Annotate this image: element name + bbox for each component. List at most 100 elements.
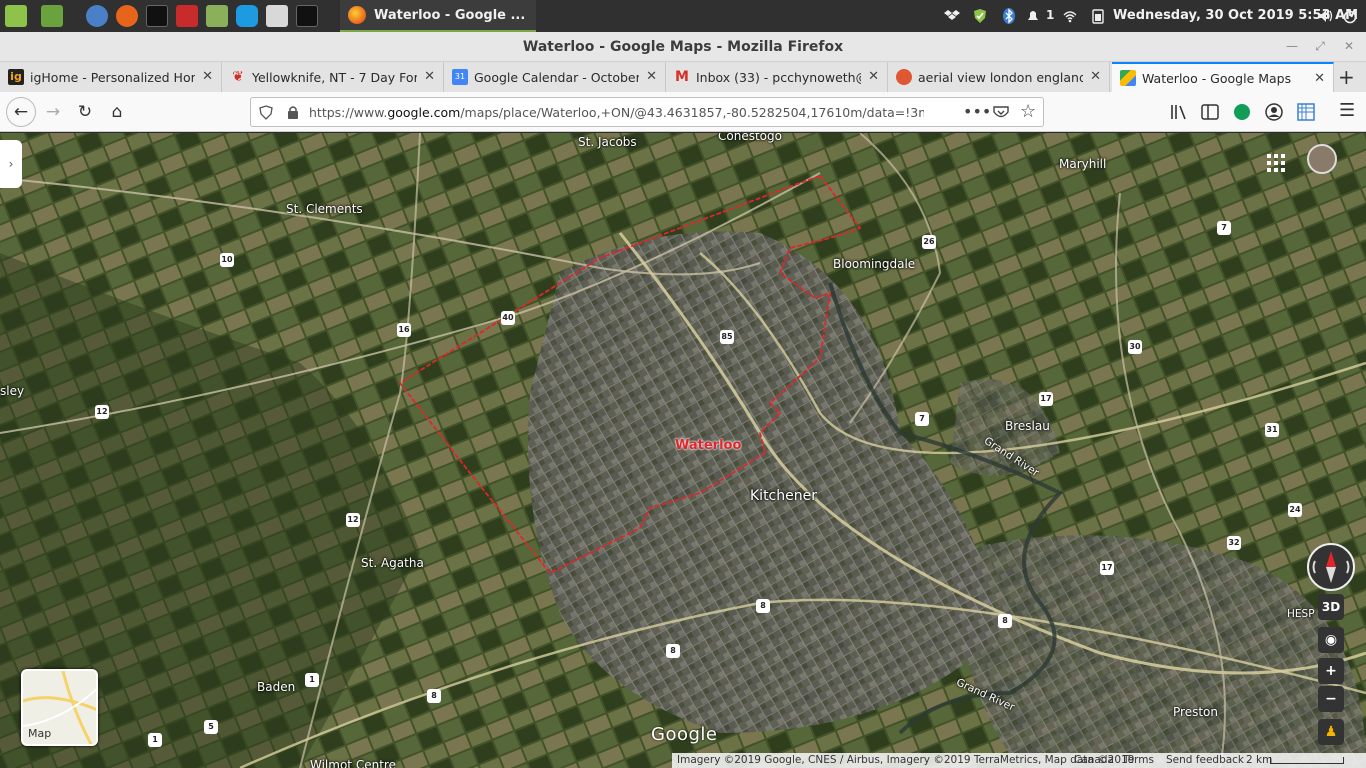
place-label[interactable]: Baden: [257, 680, 295, 694]
home-button[interactable]: ⌂: [104, 99, 130, 125]
maximize-button[interactable]: ⤢: [1312, 38, 1328, 54]
place-label[interactable]: Conestogo: [718, 133, 782, 143]
compass-control[interactable]: [1307, 543, 1355, 591]
place-label[interactable]: Maryhill: [1059, 157, 1106, 171]
terminal-2-icon[interactable]: [296, 5, 318, 27]
country-link[interactable]: Canada: [1074, 753, 1114, 768]
reader-sidebar-icon[interactable]: [1201, 104, 1219, 120]
tab-close-icon[interactable]: ✕: [1090, 69, 1101, 84]
library-icon[interactable]: [1170, 104, 1188, 120]
place-label[interactable]: St. Jacobs: [578, 135, 637, 149]
battery-icon[interactable]: [1090, 8, 1106, 24]
my-location-button[interactable]: ◉: [1318, 627, 1344, 653]
highway-shield: 32: [1227, 536, 1241, 550]
tracking-shield-icon[interactable]: [259, 105, 273, 120]
taskbar-window-label: Waterloo - Google ...: [374, 7, 526, 23]
highway-shield: 17: [1100, 561, 1114, 575]
tab-inbox[interactable]: M Inbox (33) - pcchynoweth@gr ✕: [666, 62, 888, 92]
tab-ighome[interactable]: ig igHome - Personalized Home ✕: [0, 62, 222, 92]
tab-label: igHome - Personalized Home: [30, 69, 195, 85]
place-label[interactable]: St. Agatha: [361, 556, 424, 570]
zoom-in-button[interactable]: +: [1318, 658, 1344, 684]
terms-link[interactable]: Terms: [1123, 753, 1154, 768]
place-label[interactable]: Wilmot Centre: [310, 758, 396, 768]
bookmark-star-icon[interactable]: ☆: [1020, 101, 1036, 122]
satellite-map[interactable]: › St. Jacobs Conestogo Maryhill St. Clem…: [0, 133, 1366, 768]
tab-yellowknife[interactable]: ❦ Yellowknife, NT - 7 Day Forec ✕: [222, 62, 444, 92]
reload-button[interactable]: ↻: [72, 99, 98, 125]
mouse-icon[interactable]: [266, 5, 288, 27]
3d-toggle-button[interactable]: 3D: [1318, 594, 1344, 620]
send-feedback-link[interactable]: Send feedback: [1166, 753, 1244, 768]
url-path: /maps/place/Waterloo,+ON/@43.4631857,-80…: [460, 105, 924, 120]
taskbar-active-window[interactable]: Waterloo - Google ...: [340, 0, 536, 32]
notification-bell-icon[interactable]: [1025, 8, 1041, 24]
tab-calendar[interactable]: 31 Google Calendar - October 20 ✕: [444, 62, 666, 92]
google-maps-icon: [1120, 70, 1136, 86]
highway-shield: 1: [305, 673, 319, 687]
tab-label: aerial view london england at: [918, 69, 1083, 85]
minimize-button[interactable]: —: [1284, 38, 1300, 54]
new-tab-button[interactable]: +: [1338, 65, 1355, 89]
tab-close-icon[interactable]: ✕: [1314, 71, 1325, 86]
place-label[interactable]: HESP: [1287, 608, 1315, 620]
map-footer: Imagery ©2019 Google, CNES / Airbus, Ima…: [672, 753, 1366, 768]
user-avatar[interactable]: [1307, 144, 1337, 174]
place-label[interactable]: St. Clements: [286, 202, 363, 216]
app-red-icon[interactable]: [176, 5, 198, 27]
skype-icon[interactable]: [236, 5, 258, 27]
power-icon[interactable]: [1342, 8, 1358, 24]
tab-close-icon[interactable]: ✕: [202, 69, 213, 84]
place-label[interactable]: Bloomingdale: [833, 257, 915, 271]
url-text[interactable]: https://www.google.com/maps/place/Waterl…: [309, 105, 924, 120]
wifi-icon[interactable]: [1062, 8, 1078, 24]
duckduckgo-icon: [896, 69, 912, 85]
volume-icon[interactable]: [1318, 8, 1334, 24]
close-button[interactable]: ✕: [1341, 38, 1357, 54]
tab-label: Inbox (33) - pcchynoweth@gr: [696, 69, 861, 85]
pocket-icon[interactable]: [993, 105, 1009, 120]
google-apps-icon[interactable]: [1266, 153, 1286, 173]
page-actions-icon[interactable]: •••: [963, 102, 991, 121]
dropbox-icon[interactable]: [944, 8, 960, 24]
place-label[interactable]: Breslau: [1005, 419, 1050, 433]
highway-shield: 12: [95, 405, 109, 419]
system-panel: Waterloo - Google ... 1 Wednesday, 30 Oc…: [0, 0, 1366, 32]
folder-icon[interactable]: [206, 5, 228, 27]
waterloo-label[interactable]: Waterloo: [675, 438, 741, 453]
attribution-text: Imagery ©2019 Google, CNES / Airbus, Ima…: [677, 754, 1135, 766]
shield-check-icon[interactable]: [972, 8, 988, 24]
place-label[interactable]: sley: [0, 384, 24, 398]
pegman-icon[interactable]: ♟: [1318, 719, 1344, 745]
tab-google-maps[interactable]: Waterloo - Google Maps ✕: [1112, 62, 1334, 92]
back-button[interactable]: ←: [6, 97, 36, 127]
notification-count: 1: [1046, 8, 1055, 22]
bluetooth-icon[interactable]: [1001, 8, 1017, 24]
url-bar[interactable]: https://www.google.com/maps/place/Waterl…: [250, 97, 1044, 127]
tab-close-icon[interactable]: ✕: [424, 69, 435, 84]
place-label[interactable]: Kitchener: [750, 488, 817, 504]
nav-bar: ← → ↻ ⌂ https://www.google.com/maps/plac…: [0, 92, 1366, 132]
tab-close-icon[interactable]: ✕: [868, 69, 879, 84]
map-type-toggle[interactable]: Map: [21, 669, 98, 746]
account-icon[interactable]: [1265, 103, 1283, 121]
collapse-sidebar-button[interactable]: ›: [0, 140, 22, 188]
container-grid-icon[interactable]: [1297, 103, 1315, 121]
scale-label[interactable]: 2 km: [1246, 753, 1272, 768]
highway-shield: 10: [220, 253, 234, 267]
firefox-icon[interactable]: [116, 5, 138, 27]
hamburger-menu-icon[interactable]: ☰: [1339, 100, 1355, 121]
highway-shield: 30: [1128, 340, 1142, 354]
tab-close-icon[interactable]: ✕: [646, 69, 657, 84]
chromium-icon[interactable]: [86, 5, 108, 27]
hangouts-icon[interactable]: [1234, 104, 1250, 120]
zoom-out-button[interactable]: −: [1318, 686, 1344, 712]
mint-menu-icon[interactable]: [5, 5, 27, 27]
tab-label: Waterloo - Google Maps: [1142, 70, 1292, 86]
forward-button[interactable]: →: [40, 99, 66, 125]
place-label[interactable]: Preston: [1173, 705, 1218, 719]
terminal-icon[interactable]: [146, 5, 168, 27]
tab-aerial-search[interactable]: aerial view london england at ✕: [888, 62, 1110, 92]
files-icon[interactable]: [41, 5, 63, 27]
lock-icon[interactable]: [287, 105, 299, 120]
